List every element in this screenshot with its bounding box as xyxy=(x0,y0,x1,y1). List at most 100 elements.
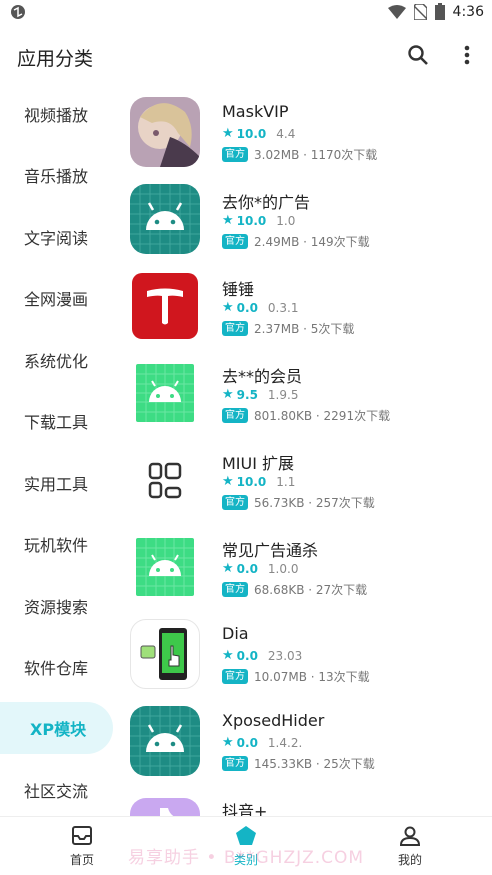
app-rating: 0.0 xyxy=(236,735,258,750)
app-version: 4.4 xyxy=(276,126,296,141)
no-sim-icon xyxy=(413,3,427,20)
app-rating: 9.5 xyxy=(236,387,258,402)
person-icon xyxy=(399,826,421,846)
official-badge: 官方 xyxy=(222,147,248,162)
official-badge: 官方 xyxy=(222,582,248,597)
search-button[interactable] xyxy=(405,42,431,68)
app-header: 应用分类 xyxy=(0,26,492,84)
app-rating: 0.0 xyxy=(236,561,258,576)
sidebar-item-reading[interactable]: 文字阅读 xyxy=(0,211,113,263)
hammer-t-icon xyxy=(132,273,198,339)
app-version: 1.9.5 xyxy=(267,387,299,402)
app-version: 1.4.2. xyxy=(267,735,303,750)
sidebar-item-tinker[interactable]: 玩机软件 xyxy=(0,518,113,570)
app-name: 去**的会员 xyxy=(222,367,303,386)
sidebar-item-xp-module[interactable]: XP模块 xyxy=(0,702,113,754)
pentagon-icon xyxy=(236,826,256,845)
sidebar-item-music[interactable]: 音乐播放 xyxy=(0,149,113,201)
sidebar-item-download[interactable]: 下载工具 xyxy=(0,395,113,447)
app-name: 抖音+ xyxy=(222,802,268,816)
app-size-downloads: 801.80KB · 2291次下载 xyxy=(254,409,391,423)
official-badge: 官方 xyxy=(222,756,248,771)
app-info: 官方 56.73KB · 257次下载 xyxy=(222,494,375,511)
sidebar-item-comics[interactable]: 全网漫画 xyxy=(0,272,113,324)
official-badge: 官方 xyxy=(222,669,248,684)
official-badge: 官方 xyxy=(222,234,248,249)
app-size-downloads: 56.73KB · 257次下载 xyxy=(254,496,375,510)
app-size-downloads: 2.37MB · 5次下载 xyxy=(254,322,355,336)
app-version: 1.0.0 xyxy=(267,561,299,576)
list-item[interactable]: 常见广告通杀 ★ 0.0 1.0.0 官方 68.68KB · 27次下载 xyxy=(126,525,492,612)
app-rating: 10.0 xyxy=(236,213,267,228)
nav-mine[interactable]: 我的 xyxy=(370,825,450,871)
sidebar-item-search[interactable]: 资源搜索 xyxy=(0,580,113,632)
bottom-navigation: 首页 类别 我的 易享助手 • B**GHZJZ.COM xyxy=(0,816,492,875)
star-icon: ★ xyxy=(222,648,234,663)
app-version: 0.3.1 xyxy=(267,300,299,315)
sidebar-item-community[interactable]: 社区交流 xyxy=(0,764,113,816)
sidebar-item-repository[interactable]: 软件仓库 xyxy=(0,641,113,693)
official-badge: 官方 xyxy=(222,321,248,336)
list-item[interactable]: 抖音+ xyxy=(126,786,492,816)
battery-icon xyxy=(434,3,445,20)
status-bar: 4:36 xyxy=(0,0,492,26)
app-name: 去你*的广告 xyxy=(222,193,311,212)
list-item[interactable]: 去你*的广告 ★ 10.0 1.0 官方 2.49MB · 149次下载 xyxy=(126,177,492,264)
app-info: 官方 10.07MB · 13次下载 xyxy=(222,668,370,685)
app-info: 官方 2.49MB · 149次下载 xyxy=(222,233,370,250)
phone-touch-icon xyxy=(130,619,200,689)
app-size-downloads: 145.33KB · 25次下载 xyxy=(254,757,375,771)
app-name: 常见广告通杀 xyxy=(222,541,319,560)
list-item[interactable]: XposedHider ★ 0.0 1.4.2. 官方 145.33KB · 2… xyxy=(126,699,492,786)
sidebar-item-optimize[interactable]: 系统优化 xyxy=(0,334,113,386)
app-size-downloads: 68.68KB · 27次下载 xyxy=(254,583,368,597)
list-item[interactable]: 锤锤 ★ 0.0 0.3.1 官方 2.37MB · 5次下载 xyxy=(126,264,492,351)
nav-category-label: 类别 xyxy=(233,853,258,867)
list-item[interactable]: 去**的会员 ★ 9.5 1.9.5 官方 801.80KB · 2291次下载 xyxy=(126,351,492,438)
sidebar-item-video[interactable]: 视频播放 xyxy=(0,88,113,140)
app-meta: ★ 0.0 23.03 xyxy=(222,648,302,663)
star-icon: ★ xyxy=(222,474,234,489)
star-icon: ★ xyxy=(222,387,234,402)
app-meta: ★ 10.0 1.1 xyxy=(222,474,295,489)
more-vert-icon xyxy=(464,45,470,65)
app-meta: ★ 9.5 1.9.5 xyxy=(222,387,298,402)
app-rating: 0.0 xyxy=(236,648,258,663)
star-icon: ★ xyxy=(222,735,234,750)
app-version: 1.1 xyxy=(276,474,296,489)
nav-mine-label: 我的 xyxy=(397,853,422,867)
android-icon xyxy=(130,706,200,776)
app-size-downloads: 3.02MB · 1170次下载 xyxy=(254,148,378,162)
official-badge: 官方 xyxy=(222,495,248,510)
sync-icon xyxy=(11,5,25,19)
app-rating: 10.0 xyxy=(236,126,267,141)
android-icon xyxy=(136,538,194,596)
nav-category[interactable]: 类别 xyxy=(206,825,286,871)
app-list: MaskVIP ★ 10.0 4.4 官方 3.02MB · 1170次下载 去… xyxy=(126,90,492,816)
sidebar-item-tools[interactable]: 实用工具 xyxy=(0,457,113,509)
app-name: Dia xyxy=(222,624,249,643)
nav-home-label: 首页 xyxy=(69,853,94,867)
app-version: 23.03 xyxy=(267,648,303,663)
app-meta: ★ 0.0 0.3.1 xyxy=(222,300,298,315)
app-info: 官方 68.68KB · 27次下载 xyxy=(222,581,367,598)
star-icon: ★ xyxy=(222,213,234,228)
app-info: 官方 3.02MB · 1170次下载 xyxy=(222,146,377,163)
nav-home[interactable]: 首页 xyxy=(42,825,122,871)
app-info: 官方 801.80KB · 2291次下载 xyxy=(222,407,390,424)
search-icon xyxy=(408,45,428,65)
app-meta: ★ 10.0 4.4 xyxy=(222,126,295,141)
more-options-button[interactable] xyxy=(454,42,480,68)
android-icon xyxy=(136,364,194,422)
list-item[interactable]: MIUI 扩展 ★ 10.0 1.1 官方 56.73KB · 257次下载 xyxy=(126,438,492,525)
app-name: 锤锤 xyxy=(222,280,255,299)
app-meta: ★ 0.0 1.0.0 xyxy=(222,561,298,576)
douyin-icon xyxy=(130,798,200,816)
status-time: 4:36 xyxy=(452,3,484,20)
app-size-downloads: 2.49MB · 149次下载 xyxy=(254,235,370,249)
list-item[interactable]: MaskVIP ★ 10.0 4.4 官方 3.02MB · 1170次下载 xyxy=(126,90,492,177)
list-item[interactable]: Dia ★ 0.0 23.03 官方 10.07MB · 13次下载 xyxy=(126,612,492,699)
star-icon: ★ xyxy=(222,126,234,141)
inbox-icon xyxy=(72,826,92,845)
app-name: MIUI 扩展 xyxy=(222,454,295,473)
